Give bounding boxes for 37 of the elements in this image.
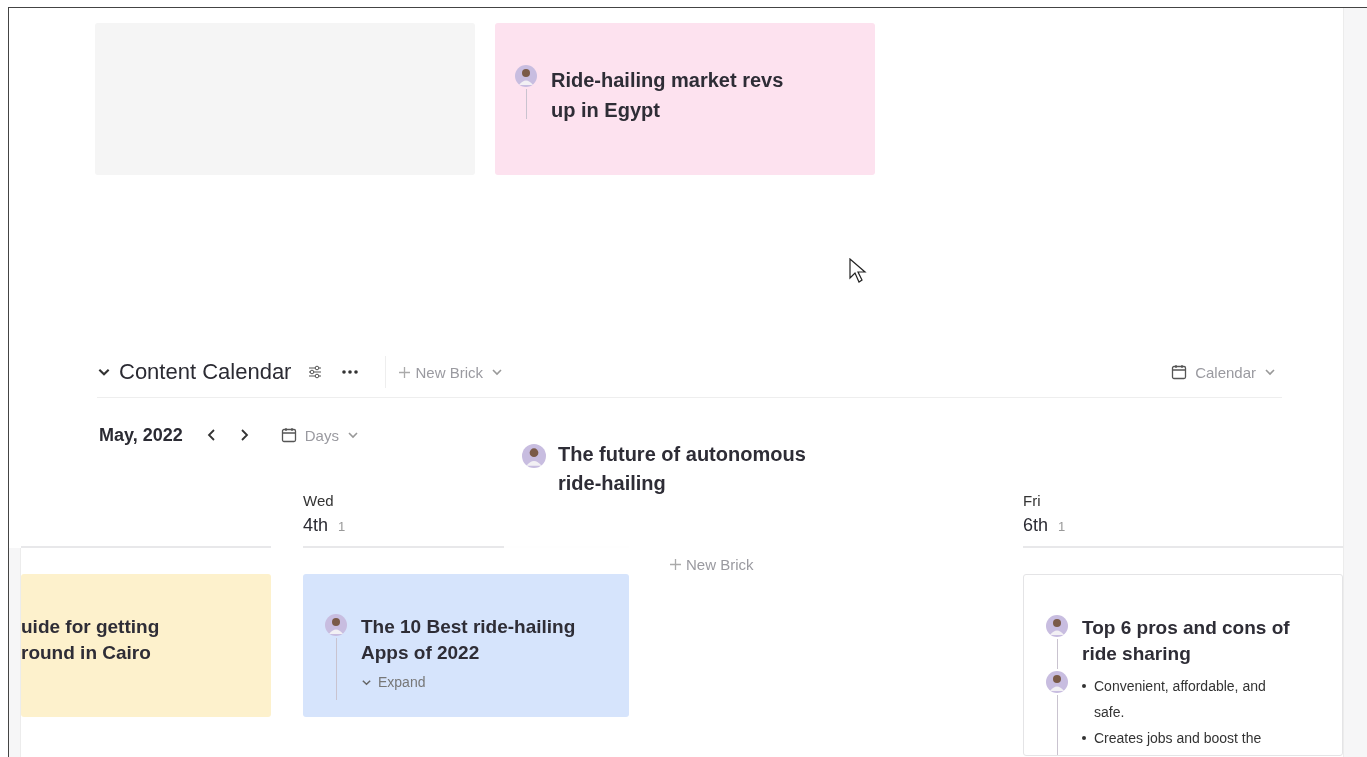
weekday-label: Wed xyxy=(303,492,335,509)
more-icon xyxy=(341,369,360,375)
calendar-icon xyxy=(280,427,297,443)
date-label: 4th xyxy=(303,515,329,536)
card-title: uide for getting round in Cairo xyxy=(21,615,161,665)
card-title: The future of autonomous ride-hailing xyxy=(558,442,807,496)
expand-button[interactable]: Expand xyxy=(361,674,606,690)
caret-icon xyxy=(490,366,503,378)
caret-icon xyxy=(346,429,359,441)
sliders-icon xyxy=(307,364,324,380)
brick-card[interactable]: uide for getting round in Cairo xyxy=(21,574,271,717)
count-label: 1 xyxy=(1058,519,1066,534)
month-label: May, 2022 xyxy=(99,424,183,446)
chevron-right-icon xyxy=(238,428,249,442)
avatar-icon xyxy=(515,65,537,87)
avatar-icon xyxy=(1046,671,1068,693)
bullet-text: Convenient, affordable, and safe. xyxy=(1094,677,1267,722)
card-title: The 10 Best ride-hailing Apps of 2022 xyxy=(361,615,577,665)
section-title: Content Calendar xyxy=(119,359,292,385)
plus-icon xyxy=(669,558,682,571)
brick-card[interactable]: Ride-hailing market revs up in Egypt xyxy=(495,23,875,175)
card-title: Ride-hailing market revs up in Egypt xyxy=(551,68,785,123)
date-label: 6th xyxy=(1023,515,1049,536)
count-label: 1 xyxy=(338,519,346,534)
calendar-icon xyxy=(1171,364,1188,380)
chevron-left-icon xyxy=(206,428,217,442)
bullet-icon xyxy=(1082,736,1086,740)
bullet-text: Creates jobs and boost the xyxy=(1094,729,1263,748)
brick-card[interactable]: The 10 Best ride-hailing Apps of 2022 Expand xyxy=(303,574,629,717)
plus-icon xyxy=(398,365,412,379)
caret-icon xyxy=(1264,366,1276,378)
weekday-label: Fri xyxy=(1023,492,1042,509)
card-title: Top 6 pros and cons of ride sharing xyxy=(1082,616,1291,666)
pointer-icon xyxy=(849,258,867,284)
brick-card[interactable]: Top 6 pros and cons of ride sharing Convenient, affordable, and safe. Creates jobs and boost the xyxy=(1023,574,1343,756)
avatar-icon xyxy=(522,444,546,468)
bullet-icon xyxy=(1082,684,1086,688)
